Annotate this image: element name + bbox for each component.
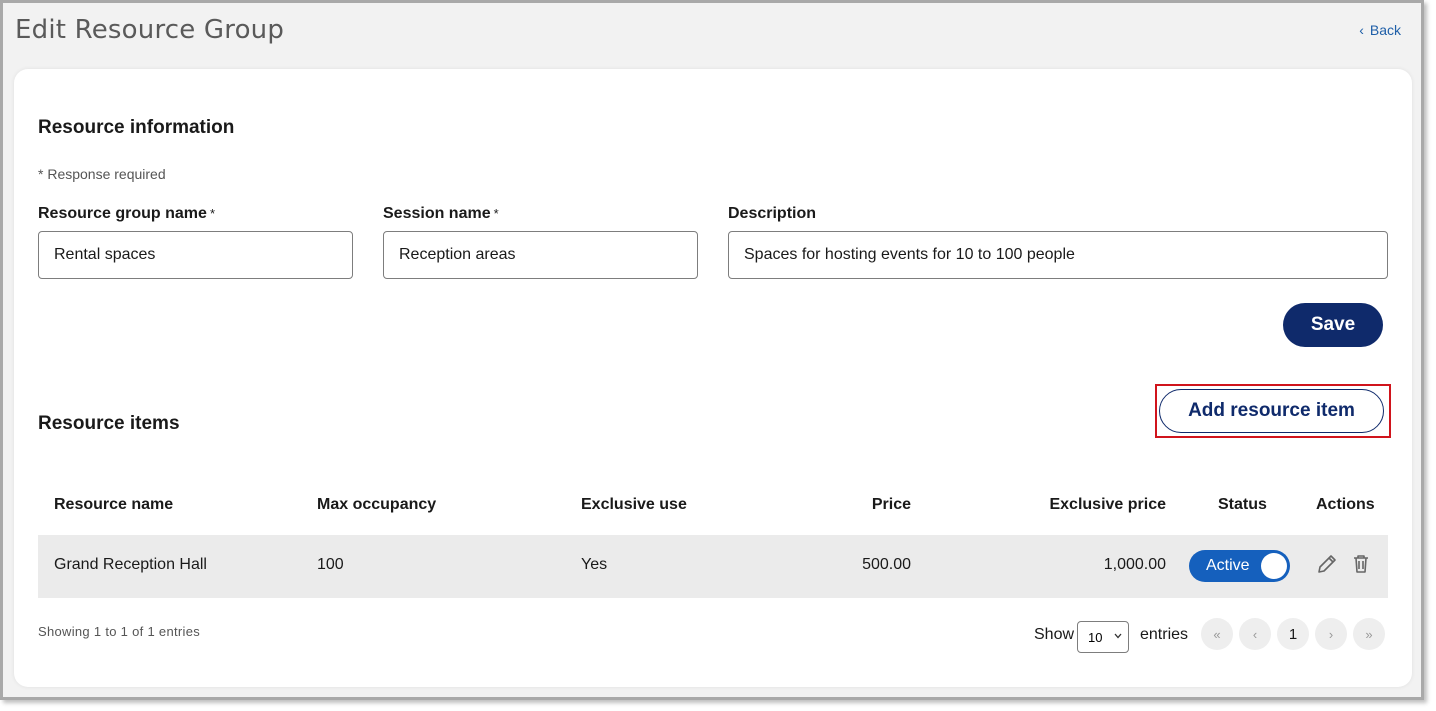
col-status[interactable]: Status: [1218, 496, 1267, 514]
last-page-button[interactable]: »: [1353, 618, 1385, 650]
cell-price: 500.00: [862, 556, 911, 573]
col-resource-name[interactable]: Resource name: [54, 496, 173, 514]
prev-page-button[interactable]: ‹: [1239, 618, 1271, 650]
add-resource-item-button[interactable]: Add resource item: [1159, 389, 1384, 433]
chevron-down-icon: [1114, 633, 1122, 639]
cell-exclusive-price: 1,000.00: [1103, 556, 1166, 573]
entries-label: entries: [1140, 626, 1189, 643]
table-header: Resource name Max occupancy Exclusive us…: [38, 475, 1388, 535]
col-actions: Actions: [1316, 496, 1375, 513]
chevron-left-icon: ‹: [1359, 22, 1364, 38]
col-max-occupancy[interactable]: Max occupancy: [317, 496, 436, 514]
group-name-label: Resource group name *: [38, 205, 215, 223]
resource-items-title: Resource items: [38, 413, 180, 434]
page-1-button[interactable]: 1: [1277, 618, 1309, 650]
app-window: Edit Resource Group ‹ Back Resource info…: [0, 0, 1424, 700]
col-price[interactable]: Price: [872, 496, 911, 514]
cell-resource-name: Grand Reception Hall: [54, 556, 207, 573]
required-star: *: [493, 206, 499, 221]
resource-info-title: Resource information: [38, 117, 235, 138]
session-name-label-text: Session name: [383, 205, 491, 222]
description-label: Description: [728, 205, 817, 222]
session-name-label: Session name *: [383, 205, 499, 223]
back-label: Back: [1369, 22, 1401, 38]
pencil-icon[interactable]: [1315, 552, 1339, 576]
group-name-label-text: Resource group name: [38, 205, 207, 222]
back-link[interactable]: ‹ Back: [1359, 22, 1401, 38]
required-star: *: [209, 206, 215, 221]
cell-max-occupancy: 100: [317, 556, 344, 573]
trash-icon[interactable]: [1349, 552, 1373, 576]
next-page-button[interactable]: ›: [1315, 618, 1347, 650]
session-name-input[interactable]: [383, 231, 698, 279]
cell-exclusive-use: Yes: [581, 556, 608, 573]
table-row: Grand Reception Hall 100 Yes 500.00 1,00…: [38, 535, 1388, 598]
col-exclusive-use[interactable]: Exclusive use: [581, 496, 687, 514]
edit-card: Resource information * Response required…: [14, 69, 1412, 687]
status-toggle-label: Active: [1206, 557, 1250, 574]
col-exclusive-price[interactable]: Exclusive price: [1049, 496, 1166, 514]
required-note: * Response required: [38, 166, 166, 182]
description-input[interactable]: [728, 231, 1388, 279]
entries-select-value: 10: [1088, 629, 1103, 645]
first-page-button[interactable]: «: [1201, 618, 1233, 650]
entries-select[interactable]: 10: [1077, 621, 1129, 653]
page-title: Edit Resource Group: [15, 15, 285, 45]
group-name-input[interactable]: [38, 231, 353, 279]
toggle-knob: [1261, 553, 1287, 579]
save-button[interactable]: Save: [1283, 303, 1383, 347]
status-toggle[interactable]: Active: [1189, 550, 1290, 582]
show-label: Show: [1034, 626, 1075, 643]
table-info: Showing 1 to 1 of 1 entries: [38, 624, 201, 639]
resource-items-table: Resource name Max occupancy Exclusive us…: [38, 475, 1388, 598]
